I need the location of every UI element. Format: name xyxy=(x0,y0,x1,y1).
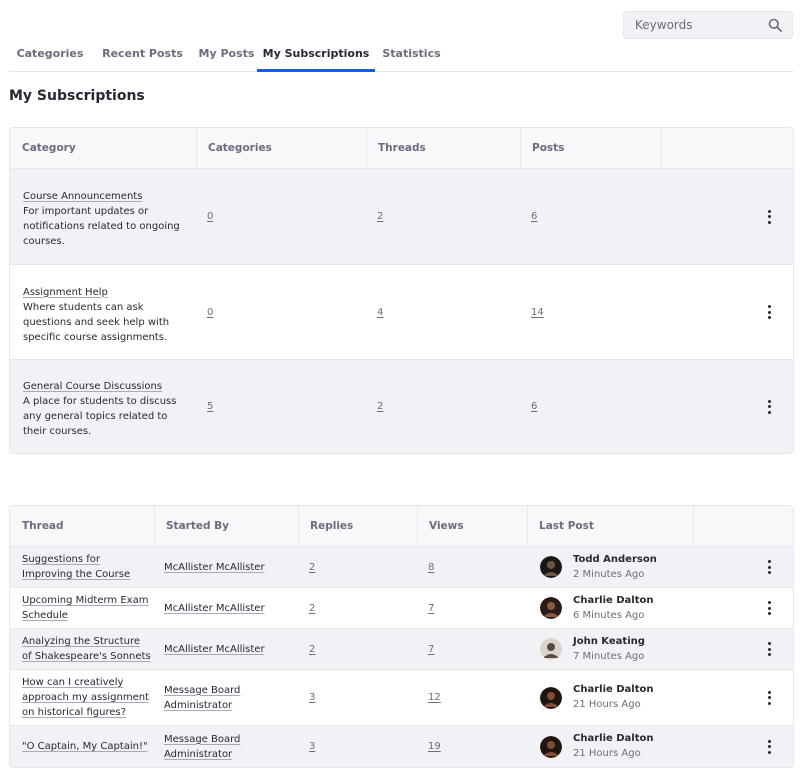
column-header-categories: Categories xyxy=(208,142,272,154)
search-input[interactable] xyxy=(624,12,764,38)
table-row: Suggestions for Improving the Course McAl… xyxy=(10,546,793,587)
tab-recent-posts[interactable]: Recent Posts xyxy=(91,40,194,72)
posts-count[interactable]: 6 xyxy=(531,211,537,222)
kebab-menu-icon[interactable] xyxy=(765,209,773,224)
replies-count[interactable]: 2 xyxy=(309,644,315,655)
posts-count[interactable]: 14 xyxy=(531,307,544,318)
threads-count[interactable]: 2 xyxy=(377,211,383,222)
search-icon[interactable] xyxy=(768,18,782,32)
user-avatar-icon xyxy=(540,686,562,709)
kebab-menu-icon[interactable] xyxy=(765,399,773,414)
column-header-started-by: Started By xyxy=(166,520,230,532)
replies-count[interactable]: 2 xyxy=(309,603,315,614)
tab-statistics[interactable]: Statistics xyxy=(375,40,448,72)
thread-link[interactable]: Analyzing the Structure of Shakespeare's… xyxy=(22,634,152,664)
table-row: "O Captain, My Captain!" Message Board Ad… xyxy=(10,725,793,767)
replies-count[interactable]: 3 xyxy=(309,692,315,703)
column-header-replies: Replies xyxy=(310,520,354,532)
posts-count[interactable]: 6 xyxy=(531,401,537,412)
last-post-time: 21 Hours Ago xyxy=(573,699,641,710)
kebab-menu-icon[interactable] xyxy=(765,690,773,705)
user-avatar-icon xyxy=(540,638,562,660)
views-count[interactable]: 7 xyxy=(428,603,434,614)
last-post-time: 2 Minutes Ago xyxy=(573,569,645,580)
categories-count[interactable]: 0 xyxy=(207,211,213,222)
replies-count[interactable]: 2 xyxy=(309,562,315,573)
kebab-menu-icon[interactable] xyxy=(765,642,773,656)
kebab-menu-icon[interactable] xyxy=(765,601,773,615)
table-header-row: Thread Started By Replies Views Last Pos… xyxy=(10,506,793,546)
category-link[interactable]: Course Announcements xyxy=(23,191,142,202)
started-by-link[interactable]: Message Board Administrator xyxy=(164,732,274,762)
category-link[interactable]: Assignment Help xyxy=(23,287,108,298)
column-header-thread: Thread xyxy=(22,520,64,532)
user-avatar-icon xyxy=(540,597,562,619)
column-header-views: Views xyxy=(429,520,464,532)
started-by-link[interactable]: Message Board Administrator xyxy=(164,683,274,713)
last-post-user: Charlie Dalton xyxy=(573,684,654,695)
last-post-time: 21 Hours Ago xyxy=(573,748,641,759)
thread-link[interactable]: "O Captain, My Captain!" xyxy=(22,739,148,754)
table-row: Course Announcements For important updat… xyxy=(10,168,793,264)
last-post-user: John Keating xyxy=(573,636,645,647)
category-link[interactable]: General Course Discussions xyxy=(23,381,162,392)
last-post-time: 7 Minutes Ago xyxy=(573,651,645,662)
categories-count[interactable]: 0 xyxy=(207,307,213,318)
table-row: Assignment Help Where students can ask q… xyxy=(10,264,793,359)
views-count[interactable]: 19 xyxy=(428,741,441,752)
thread-link[interactable]: Upcoming Midterm Exam Schedule xyxy=(22,593,152,623)
last-post-user: Charlie Dalton xyxy=(573,733,654,744)
page-title: My Subscriptions xyxy=(9,88,145,104)
replies-count[interactable]: 3 xyxy=(309,741,315,752)
user-avatar-icon xyxy=(540,735,562,758)
category-description: A place for students to discuss any gene… xyxy=(23,396,177,437)
table-row: How can I creatively approach my assignm… xyxy=(10,669,793,725)
nav-tabs: Categories Recent Posts My Posts My Subs… xyxy=(9,40,793,72)
threads-count[interactable]: 4 xyxy=(377,307,383,318)
categories-table: Category Categories Threads Posts Course… xyxy=(9,127,794,454)
search-box[interactable] xyxy=(623,11,793,39)
column-header-last-post: Last Post xyxy=(539,520,594,532)
categories-count[interactable]: 5 xyxy=(207,401,213,412)
threads-table: Thread Started By Replies Views Last Pos… xyxy=(9,505,794,768)
started-by-link[interactable]: McAllister McAllister xyxy=(164,560,265,575)
started-by-link[interactable]: McAllister McAllister xyxy=(164,642,265,657)
table-row: Upcoming Midterm Exam Schedule McAllister… xyxy=(10,587,793,628)
column-header-posts: Posts xyxy=(532,142,565,154)
column-header-threads: Threads xyxy=(378,142,426,154)
last-post-time: 6 Minutes Ago xyxy=(573,610,645,621)
kebab-menu-icon[interactable] xyxy=(765,560,773,574)
started-by-link[interactable]: McAllister McAllister xyxy=(164,601,265,616)
tab-my-subscriptions[interactable]: My Subscriptions xyxy=(257,40,375,72)
category-description: For important updates or notifications r… xyxy=(23,206,180,247)
last-post-user: Charlie Dalton xyxy=(573,595,654,606)
table-header-row: Category Categories Threads Posts xyxy=(10,128,793,168)
column-header-category: Category xyxy=(22,142,76,154)
views-count[interactable]: 8 xyxy=(428,562,434,573)
table-row: General Course Discussions A place for s… xyxy=(10,359,793,453)
tab-categories[interactable]: Categories xyxy=(9,40,91,72)
category-description: Where students can ask questions and see… xyxy=(23,301,170,343)
thread-link[interactable]: Suggestions for Improving the Course xyxy=(22,552,152,582)
tab-my-posts[interactable]: My Posts xyxy=(194,40,259,72)
views-count[interactable]: 12 xyxy=(428,692,441,703)
last-post-user: Todd Anderson xyxy=(573,554,657,565)
user-avatar-icon xyxy=(540,556,562,578)
table-row: Analyzing the Structure of Shakespeare's… xyxy=(10,628,793,669)
thread-link[interactable]: How can I creatively approach my assignm… xyxy=(22,675,152,720)
threads-count[interactable]: 2 xyxy=(377,401,383,412)
kebab-menu-icon[interactable] xyxy=(765,739,773,754)
kebab-menu-icon[interactable] xyxy=(765,305,773,319)
views-count[interactable]: 7 xyxy=(428,644,434,655)
